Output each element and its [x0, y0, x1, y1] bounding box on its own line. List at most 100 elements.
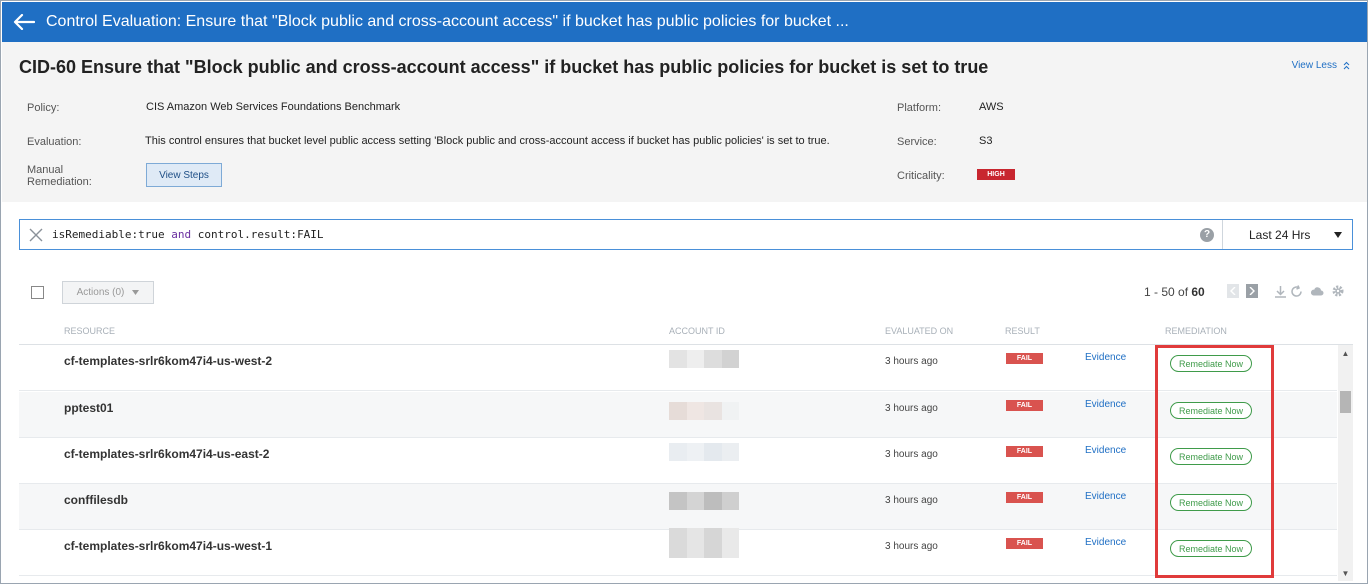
remediate-now-button[interactable]: Remediate Now [1170, 494, 1252, 511]
result-badge: FAIL [1006, 446, 1043, 457]
app-window: Control Evaluation: Ensure that "Block p… [0, 0, 1368, 584]
table-row[interactable]: cf-templates-srlr6kom47i4-us-west-1 3 ho… [19, 528, 1337, 576]
select-all-checkbox[interactable] [31, 286, 44, 299]
chevron-left-icon [1230, 287, 1236, 295]
control-details-panel: CID-60 Ensure that "Block public and cro… [2, 42, 1367, 202]
platform-label: Platform: [897, 102, 942, 114]
time-range-select[interactable]: Last 24 Hrs [1222, 220, 1352, 249]
table-row[interactable]: conffilesdb 3 hours ago FAIL Evidence Re… [19, 484, 1337, 530]
table-row[interactable]: pptest01 3 hours ago FAIL Evidence Remed… [19, 392, 1337, 438]
criticality-label: Criticality: [897, 170, 945, 182]
evaluation-label: Evaluation: [27, 136, 82, 148]
policy-label: Policy: [27, 102, 60, 114]
evidence-link[interactable]: Evidence [1085, 352, 1126, 363]
actions-label: Actions (0) [76, 287, 125, 298]
result-badge: FAIL [1006, 353, 1043, 364]
account-id-redacted [669, 443, 739, 461]
evidence-link[interactable]: Evidence [1085, 445, 1126, 456]
evidence-link[interactable]: Evidence [1085, 491, 1126, 502]
gear-icon [1332, 285, 1344, 297]
cloud-icon [1310, 287, 1324, 296]
evaluated-on: 3 hours ago [885, 356, 938, 367]
result-badge: FAIL [1006, 538, 1043, 549]
refresh-button[interactable] [1289, 284, 1303, 298]
query-value-2: FAIL [297, 228, 324, 241]
page-title: Control Evaluation: Ensure that "Block p… [46, 13, 849, 30]
query-key-2: control.result: [197, 228, 298, 241]
policy-value: CIS Amazon Web Services Foundations Benc… [146, 101, 401, 113]
evidence-link[interactable]: Evidence [1085, 399, 1126, 410]
previous-page-button[interactable] [1227, 284, 1239, 298]
view-less-label: View Less [1291, 60, 1337, 71]
column-header-resource[interactable]: RESOURCE [64, 326, 115, 336]
query-operator: and [164, 228, 198, 241]
evaluated-on: 3 hours ago [885, 495, 938, 506]
view-less-link[interactable]: View Less [1292, 60, 1350, 71]
pagination-total: 60 [1191, 285, 1205, 299]
control-title: CID-60 Ensure that "Block public and cro… [19, 57, 989, 77]
query-value-1: true [138, 228, 165, 241]
manual-label-line2: Remediation: [27, 176, 92, 188]
column-header-remediation[interactable]: REMEDIATION [1165, 326, 1227, 336]
query-key-1: isRemediable: [52, 228, 139, 241]
service-value: S3 [979, 135, 993, 147]
evaluation-value: This control ensures that bucket level p… [145, 135, 830, 147]
dropdown-caret-icon [1334, 231, 1342, 238]
actions-dropdown[interactable]: Actions (0) [62, 281, 154, 304]
resource-name[interactable]: cf-templates-srlr6kom47i4-us-west-2 [64, 354, 272, 368]
download-button[interactable] [1273, 284, 1287, 298]
table-row[interactable]: cf-templates-srlr6kom47i4-us-east-2 3 ho… [19, 438, 1337, 484]
remediate-now-button[interactable]: Remediate Now [1170, 448, 1252, 465]
criticality-badge: HIGH [977, 169, 1015, 180]
pagination-info: 1 - 50 of 60 [1144, 285, 1205, 299]
account-id-redacted [669, 528, 739, 558]
evaluated-on: 3 hours ago [885, 541, 938, 552]
remediate-now-button[interactable]: Remediate Now [1170, 402, 1252, 419]
evaluated-on: 3 hours ago [885, 403, 938, 414]
resource-name[interactable]: conffilesdb [64, 493, 128, 507]
view-steps-button[interactable]: View Steps [146, 163, 222, 187]
account-id-redacted [669, 350, 739, 368]
search-bar[interactable]: isRemediable:true and control.result:FAI… [19, 219, 1353, 250]
time-range-value: Last 24 Hrs [1249, 227, 1311, 242]
clear-x-icon [29, 228, 43, 241]
chevron-up-icon [1343, 61, 1350, 70]
next-page-button[interactable] [1246, 284, 1258, 298]
account-id-redacted [669, 492, 739, 510]
result-badge: FAIL [1006, 400, 1043, 411]
scroll-thumb[interactable] [1340, 391, 1351, 413]
column-header-account-id[interactable]: ACCOUNT ID [669, 326, 725, 336]
scroll-down-icon[interactable]: ▼ [1338, 569, 1353, 579]
resource-name[interactable]: pptest01 [64, 401, 113, 415]
settings-button[interactable] [1331, 284, 1345, 298]
table-scrollbar[interactable]: ▲ ▼ [1338, 345, 1353, 581]
scroll-up-icon[interactable]: ▲ [1338, 349, 1353, 359]
back-arrow-icon [13, 14, 35, 30]
column-header-result[interactable]: RESULT [1005, 326, 1040, 336]
help-icon[interactable]: ? [1200, 227, 1214, 242]
cloud-button[interactable] [1310, 284, 1324, 298]
chevron-right-icon [1249, 287, 1255, 295]
download-icon [1274, 285, 1286, 298]
column-header-evaluated-on[interactable]: EVALUATED ON [885, 326, 953, 336]
pagination-range: 1 - 50 of [1144, 285, 1192, 299]
remediate-now-button[interactable]: Remediate Now [1170, 540, 1252, 557]
service-label: Service: [897, 136, 937, 148]
header-bar: Control Evaluation: Ensure that "Block p… [2, 2, 1367, 42]
manual-remediation-label: Manual Remediation: [27, 164, 92, 188]
manual-label-line1: Manual [27, 164, 64, 176]
clear-search-button[interactable] [20, 220, 52, 249]
evidence-link[interactable]: Evidence [1085, 537, 1126, 548]
platform-value: AWS [979, 101, 1004, 113]
remediate-now-button[interactable]: Remediate Now [1170, 355, 1252, 372]
search-input[interactable]: isRemediable:true and control.result:FAI… [52, 228, 1200, 241]
actions-caret-icon [132, 290, 140, 295]
account-id-redacted [669, 402, 739, 420]
result-badge: FAIL [1006, 492, 1043, 503]
table-row[interactable]: cf-templates-srlr6kom47i4-us-west-2 3 ho… [19, 345, 1337, 391]
back-button[interactable] [2, 2, 46, 42]
resource-name[interactable]: cf-templates-srlr6kom47i4-us-west-1 [64, 539, 272, 553]
refresh-icon [1290, 284, 1302, 297]
evaluated-on: 3 hours ago [885, 449, 938, 460]
resource-name[interactable]: cf-templates-srlr6kom47i4-us-east-2 [64, 447, 269, 461]
